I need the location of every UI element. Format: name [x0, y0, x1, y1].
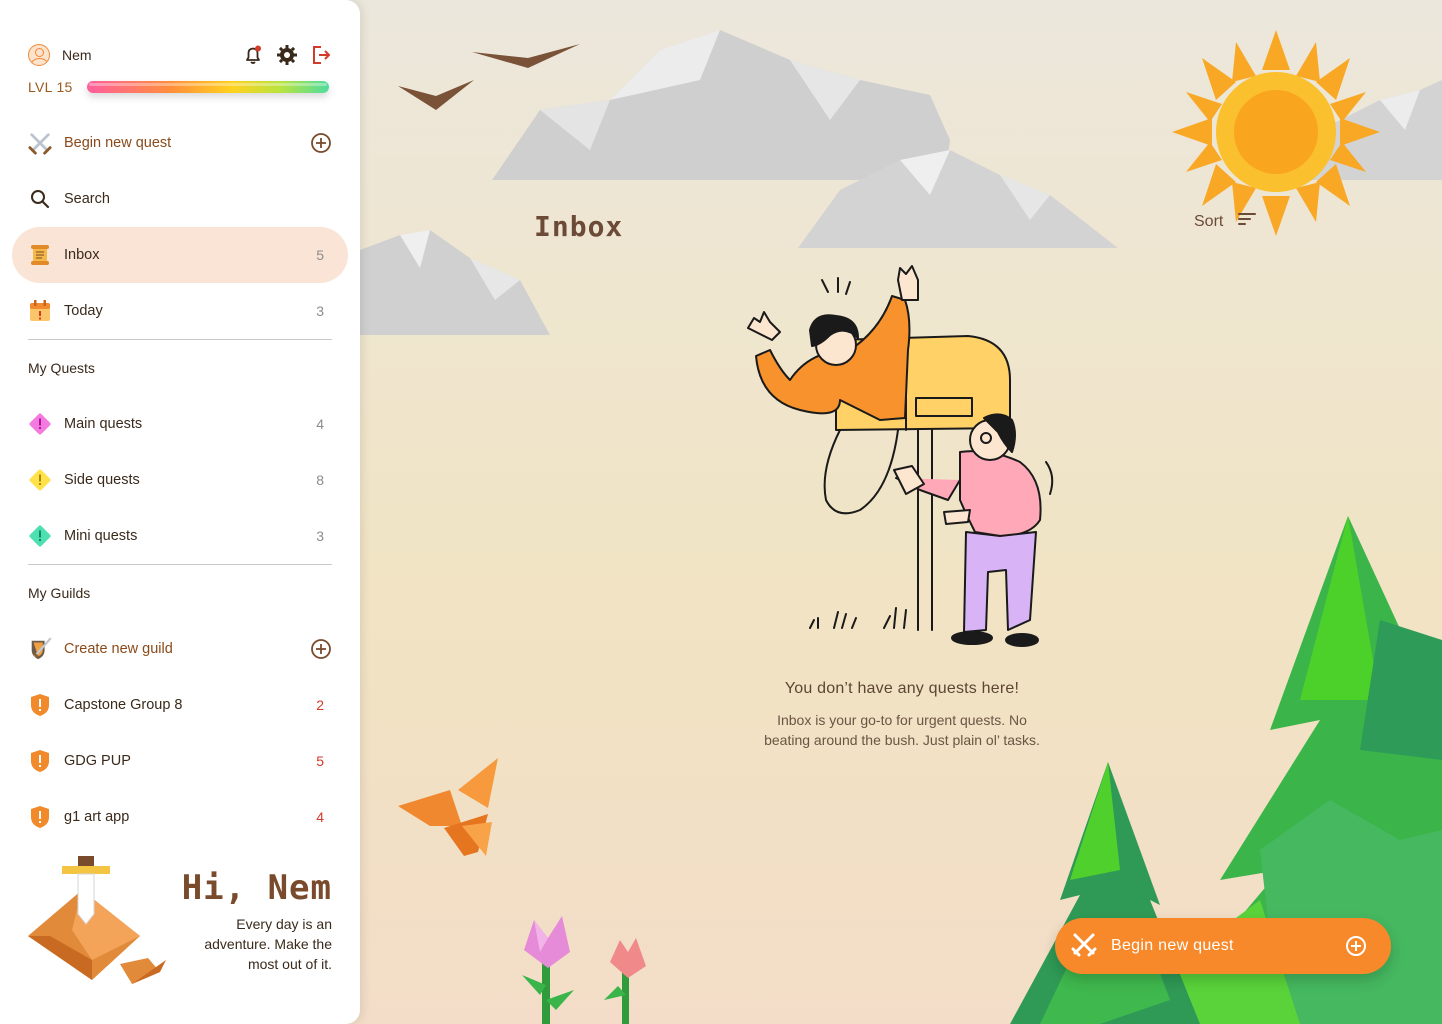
xp-progress-bar	[86, 81, 329, 93]
add-circle-icon[interactable]	[310, 638, 332, 660]
notification-bell-icon[interactable]	[242, 44, 264, 66]
sidebar-item-label: Inbox	[64, 247, 100, 263]
avatar[interactable]	[28, 44, 50, 66]
main-quests-count: 4	[316, 416, 324, 432]
sidebar-item-search[interactable]: Search	[12, 171, 348, 227]
fab-label: Begin new quest	[1111, 937, 1234, 954]
sidebar-item-label: Main quests	[64, 416, 143, 432]
user-header: Nem	[28, 44, 332, 66]
sort-label: Sort	[1194, 212, 1224, 230]
level-row: LVL 15	[28, 78, 332, 96]
sidebar-item-guild-gdg-pup[interactable]: GDG PUP 5	[12, 733, 348, 789]
guild-shield-icon	[28, 749, 52, 773]
guild-count: 5	[316, 753, 324, 769]
calendar-icon	[28, 299, 52, 323]
add-circle-icon	[1345, 935, 1367, 957]
today-count: 3	[316, 303, 324, 319]
sidebar-item-guild-g1-art-app[interactable]: g1 art app 4	[12, 789, 348, 845]
crossed-swords-icon	[1071, 931, 1097, 962]
origami-butterfly	[398, 758, 498, 856]
sidebar-item-create-new-guild[interactable]: Create new guild	[12, 621, 348, 677]
empty-state-description: Inbox is your go-to for urgent quests. N…	[764, 712, 1040, 748]
sidebar-item-main-quests[interactable]: Main quests 4	[12, 396, 348, 452]
greeting-title: Hi, Nem	[181, 868, 332, 908]
divider	[28, 564, 332, 565]
exclamation-diamond-icon	[28, 524, 52, 548]
my-quests-heading: My Quests	[28, 360, 95, 376]
side-quests-count: 8	[316, 472, 324, 488]
sort-button[interactable]: Sort	[1194, 212, 1257, 231]
sun-icon	[1172, 30, 1380, 236]
sidebar-item-label: Capstone Group 8	[64, 697, 183, 713]
my-guilds-heading: My Guilds	[28, 585, 91, 601]
sidebar-item-label: Mini quests	[64, 528, 138, 544]
guild-count: 4	[316, 809, 324, 825]
settings-gear-icon[interactable]	[276, 44, 298, 66]
sword-in-stone-illustration	[28, 856, 166, 984]
scroll-icon	[28, 243, 52, 267]
sidebar-item-label: g1 art app	[64, 809, 130, 825]
sidebar-item-guild-capstone-group-8[interactable]: Capstone Group 8 2	[12, 677, 348, 733]
greeting-panel: Hi, Nem Every day is an adventure. Make …	[20, 840, 340, 1010]
level-label: LVL 15	[28, 79, 73, 95]
empty-inbox-illustration	[747, 265, 1054, 647]
sidebar-item-label: Create new guild	[64, 641, 173, 657]
mini-quests-count: 3	[316, 528, 324, 544]
shield-sword-icon	[28, 637, 52, 661]
sidebar-item-inbox[interactable]: Inbox 5	[12, 227, 348, 283]
flower-right	[604, 938, 646, 1024]
add-circle-icon[interactable]	[310, 132, 332, 154]
user-name: Nem	[62, 47, 92, 63]
sidebar-item-label: Side quests	[64, 472, 140, 488]
sidebar: Nem LVL 15 Begin new quest Search Inbox …	[0, 0, 360, 1024]
sidebar-item-begin-new-quest[interactable]: Begin new quest	[12, 115, 348, 171]
guild-count: 2	[316, 697, 324, 713]
begin-new-quest-fab[interactable]: Begin new quest	[1055, 918, 1391, 974]
sidebar-item-mini-quests[interactable]: Mini quests 3	[12, 508, 348, 564]
guild-shield-icon	[28, 805, 52, 829]
cloud-left	[360, 230, 550, 335]
flower-left	[522, 916, 574, 1024]
sidebar-item-label: Search	[64, 191, 110, 207]
inbox-count: 5	[316, 247, 324, 263]
crossed-swords-icon	[28, 131, 52, 155]
header-actions	[242, 44, 332, 66]
guild-shield-icon	[28, 693, 52, 717]
exclamation-diamond-icon	[28, 412, 52, 436]
sidebar-item-label: Today	[64, 303, 103, 319]
page-title: Inbox	[534, 210, 624, 243]
exclamation-diamond-icon	[28, 468, 52, 492]
logout-icon[interactable]	[310, 44, 332, 66]
divider	[28, 339, 332, 340]
sort-icon	[1237, 212, 1257, 231]
greeting-subtitle: Every day is an adventure. Make the most…	[204, 916, 332, 972]
sidebar-item-side-quests[interactable]: Side quests 8	[12, 452, 348, 508]
sidebar-item-today[interactable]: Today 3	[12, 283, 348, 339]
sidebar-item-label: GDG PUP	[64, 753, 131, 769]
empty-state-title: You don’t have any quests here!	[784, 680, 1020, 697]
pine-tree-small	[1010, 762, 1200, 1024]
search-icon	[28, 187, 52, 211]
sidebar-item-label: Begin new quest	[64, 135, 172, 151]
bird-icon	[398, 44, 580, 110]
